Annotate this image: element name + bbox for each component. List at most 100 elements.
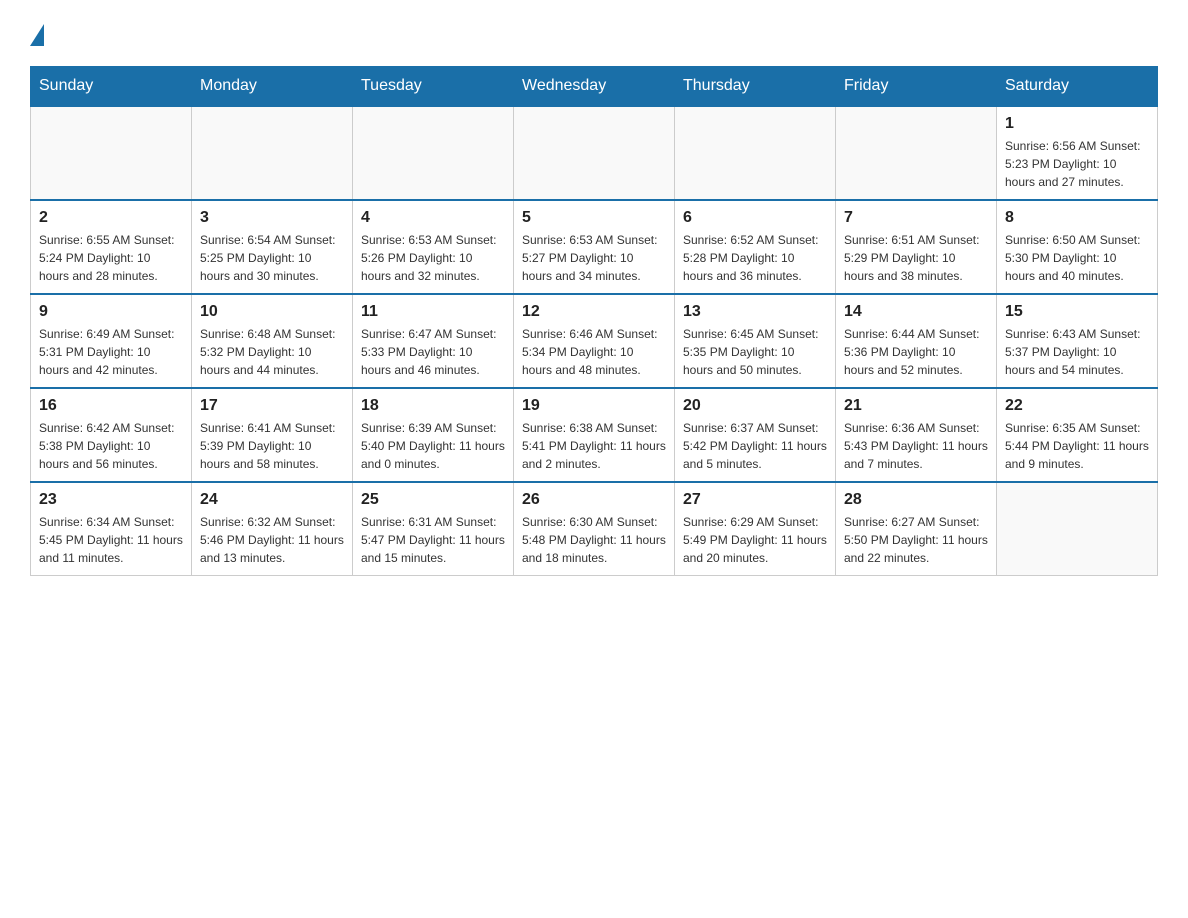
day-info: Sunrise: 6:56 AM Sunset: 5:23 PM Dayligh…: [1005, 137, 1149, 191]
calendar-cell: 6 Sunrise: 6:52 AM Sunset: 5:28 PM Daylig…: [675, 200, 836, 294]
day-info: Sunrise: 6:39 AM Sunset: 5:40 PM Dayligh…: [361, 419, 505, 473]
calendar-cell: 26Sunrise: 6:30 AM Sunset: 5:48 PM Dayli…: [514, 482, 675, 576]
calendar-cell: 1Sunrise: 6:56 AM Sunset: 5:23 PM Daylig…: [997, 106, 1158, 200]
day-number: 10: [200, 303, 344, 321]
day-info: Sunrise: 6:49 AM Sunset: 5:31 PM Dayligh…: [39, 325, 183, 379]
day-info: Sunrise: 6:43 AM Sunset: 5:37 PM Dayligh…: [1005, 325, 1149, 379]
day-number: 4: [361, 209, 505, 227]
day-info: Sunrise: 6:47 AM Sunset: 5:33 PM Dayligh…: [361, 325, 505, 379]
day-info: Sunrise: 6:35 AM Sunset: 5:44 PM Dayligh…: [1005, 419, 1149, 473]
day-info: Sunrise: 6:31 AM Sunset: 5:47 PM Dayligh…: [361, 513, 505, 567]
day-header-sunday: Sunday: [31, 67, 192, 107]
day-number: 9: [39, 303, 183, 321]
day-number: 18: [361, 397, 505, 415]
calendar-week-row: 23 Sunrise: 6:34 AM Sunset: 5:45 PM Dayli…: [31, 482, 1158, 576]
calendar-cell: 9 Sunrise: 6:49 AM Sunset: 5:31 PM Daylig…: [31, 294, 192, 388]
calendar-cell: [675, 106, 836, 200]
calendar-week-row: 16 Sunrise: 6:42 AM Sunset: 5:38 PM Dayli…: [31, 388, 1158, 482]
day-info: Sunrise: 6:53 AM Sunset: 5:26 PM Dayligh…: [361, 231, 505, 285]
day-number: 12: [522, 303, 666, 321]
calendar-cell: 12 Sunrise: 6:46 AM Sunset: 5:34 PM Dayli…: [514, 294, 675, 388]
day-number: 25: [361, 491, 505, 509]
day-header-monday: Monday: [192, 67, 353, 107]
calendar-cell: 4 Sunrise: 6:53 AM Sunset: 5:26 PM Daylig…: [353, 200, 514, 294]
day-number: 11: [361, 303, 505, 321]
calendar-cell: 28 Sunrise: 6:27 AM Sunset: 5:50 PM Dayli…: [836, 482, 997, 576]
calendar-cell: [31, 106, 192, 200]
day-info: Sunrise: 6:46 AM Sunset: 5:34 PM Dayligh…: [522, 325, 666, 379]
calendar-cell: 24Sunrise: 6:32 AM Sunset: 5:46 PM Dayli…: [192, 482, 353, 576]
calendar-cell: [192, 106, 353, 200]
day-info: Sunrise: 6:53 AM Sunset: 5:27 PM Dayligh…: [522, 231, 666, 285]
calendar-cell: [836, 106, 997, 200]
day-number: 28: [844, 491, 988, 509]
day-number: 21: [844, 397, 988, 415]
day-info: Sunrise: 6:48 AM Sunset: 5:32 PM Dayligh…: [200, 325, 344, 379]
day-number: 15: [1005, 303, 1149, 321]
day-info: Sunrise: 6:50 AM Sunset: 5:30 PM Dayligh…: [1005, 231, 1149, 285]
day-number: 22: [1005, 397, 1149, 415]
calendar-cell: 14 Sunrise: 6:44 AM Sunset: 5:36 PM Dayli…: [836, 294, 997, 388]
calendar-cell: 23 Sunrise: 6:34 AM Sunset: 5:45 PM Dayli…: [31, 482, 192, 576]
calendar-week-row: 2 Sunrise: 6:55 AM Sunset: 5:24 PM Daylig…: [31, 200, 1158, 294]
day-info: Sunrise: 6:45 AM Sunset: 5:35 PM Dayligh…: [683, 325, 827, 379]
calendar-week-row: 9 Sunrise: 6:49 AM Sunset: 5:31 PM Daylig…: [31, 294, 1158, 388]
day-number: 5: [522, 209, 666, 227]
day-info: Sunrise: 6:41 AM Sunset: 5:39 PM Dayligh…: [200, 419, 344, 473]
day-number: 2: [39, 209, 183, 227]
calendar-cell: 16 Sunrise: 6:42 AM Sunset: 5:38 PM Dayli…: [31, 388, 192, 482]
calendar-table: SundayMondayTuesdayWednesdayThursdayFrid…: [30, 66, 1158, 576]
calendar-cell: 15 Sunrise: 6:43 AM Sunset: 5:37 PM Dayli…: [997, 294, 1158, 388]
day-number: 14: [844, 303, 988, 321]
day-header-saturday: Saturday: [997, 67, 1158, 107]
day-number: 7: [844, 209, 988, 227]
calendar-cell: 21 Sunrise: 6:36 AM Sunset: 5:43 PM Dayli…: [836, 388, 997, 482]
day-info: Sunrise: 6:38 AM Sunset: 5:41 PM Dayligh…: [522, 419, 666, 473]
day-info: Sunrise: 6:36 AM Sunset: 5:43 PM Dayligh…: [844, 419, 988, 473]
calendar-cell: 5 Sunrise: 6:53 AM Sunset: 5:27 PM Daylig…: [514, 200, 675, 294]
calendar-cell: [997, 482, 1158, 576]
day-number: 23: [39, 491, 183, 509]
logo-triangle-icon: [30, 24, 44, 46]
day-number: 8: [1005, 209, 1149, 227]
calendar-cell: 10 Sunrise: 6:48 AM Sunset: 5:32 PM Dayli…: [192, 294, 353, 388]
day-info: Sunrise: 6:55 AM Sunset: 5:24 PM Dayligh…: [39, 231, 183, 285]
day-info: Sunrise: 6:42 AM Sunset: 5:38 PM Dayligh…: [39, 419, 183, 473]
day-number: 16: [39, 397, 183, 415]
day-number: 3: [200, 209, 344, 227]
day-number: 27: [683, 491, 827, 509]
day-info: Sunrise: 6:37 AM Sunset: 5:42 PM Dayligh…: [683, 419, 827, 473]
calendar-cell: 19 Sunrise: 6:38 AM Sunset: 5:41 PM Dayli…: [514, 388, 675, 482]
day-number: 19: [522, 397, 666, 415]
day-header-thursday: Thursday: [675, 67, 836, 107]
day-info: Sunrise: 6:52 AM Sunset: 5:28 PM Dayligh…: [683, 231, 827, 285]
day-info: Sunrise: 6:34 AM Sunset: 5:45 PM Dayligh…: [39, 513, 183, 567]
calendar-week-row: 1Sunrise: 6:56 AM Sunset: 5:23 PM Daylig…: [31, 106, 1158, 200]
day-header-friday: Friday: [836, 67, 997, 107]
day-number: 17: [200, 397, 344, 415]
calendar-cell: 27 Sunrise: 6:29 AM Sunset: 5:49 PM Dayli…: [675, 482, 836, 576]
calendar-cell: 22 Sunrise: 6:35 AM Sunset: 5:44 PM Dayli…: [997, 388, 1158, 482]
day-number: 24: [200, 491, 344, 509]
calendar-cell: 18 Sunrise: 6:39 AM Sunset: 5:40 PM Dayli…: [353, 388, 514, 482]
day-info: Sunrise: 6:44 AM Sunset: 5:36 PM Dayligh…: [844, 325, 988, 379]
calendar-cell: 13 Sunrise: 6:45 AM Sunset: 5:35 PM Dayli…: [675, 294, 836, 388]
day-info: Sunrise: 6:29 AM Sunset: 5:49 PM Dayligh…: [683, 513, 827, 567]
day-info: Sunrise: 6:51 AM Sunset: 5:29 PM Dayligh…: [844, 231, 988, 285]
day-number: 13: [683, 303, 827, 321]
calendar-cell: 11 Sunrise: 6:47 AM Sunset: 5:33 PM Dayli…: [353, 294, 514, 388]
calendar-cell: 20 Sunrise: 6:37 AM Sunset: 5:42 PM Dayli…: [675, 388, 836, 482]
calendar-cell: 17 Sunrise: 6:41 AM Sunset: 5:39 PM Dayli…: [192, 388, 353, 482]
day-info: Sunrise: 6:30 AM Sunset: 5:48 PM Dayligh…: [522, 513, 666, 567]
calendar-cell: [514, 106, 675, 200]
calendar-cell: 7 Sunrise: 6:51 AM Sunset: 5:29 PM Daylig…: [836, 200, 997, 294]
calendar-cell: [353, 106, 514, 200]
calendar-cell: 25 Sunrise: 6:31 AM Sunset: 5:47 PM Dayli…: [353, 482, 514, 576]
day-header-tuesday: Tuesday: [353, 67, 514, 107]
calendar-cell: 3Sunrise: 6:54 AM Sunset: 5:25 PM Daylig…: [192, 200, 353, 294]
day-info: Sunrise: 6:27 AM Sunset: 5:50 PM Dayligh…: [844, 513, 988, 567]
day-number: 20: [683, 397, 827, 415]
day-number: 6: [683, 209, 827, 227]
calendar-cell: 2 Sunrise: 6:55 AM Sunset: 5:24 PM Daylig…: [31, 200, 192, 294]
logo: [30, 20, 44, 46]
